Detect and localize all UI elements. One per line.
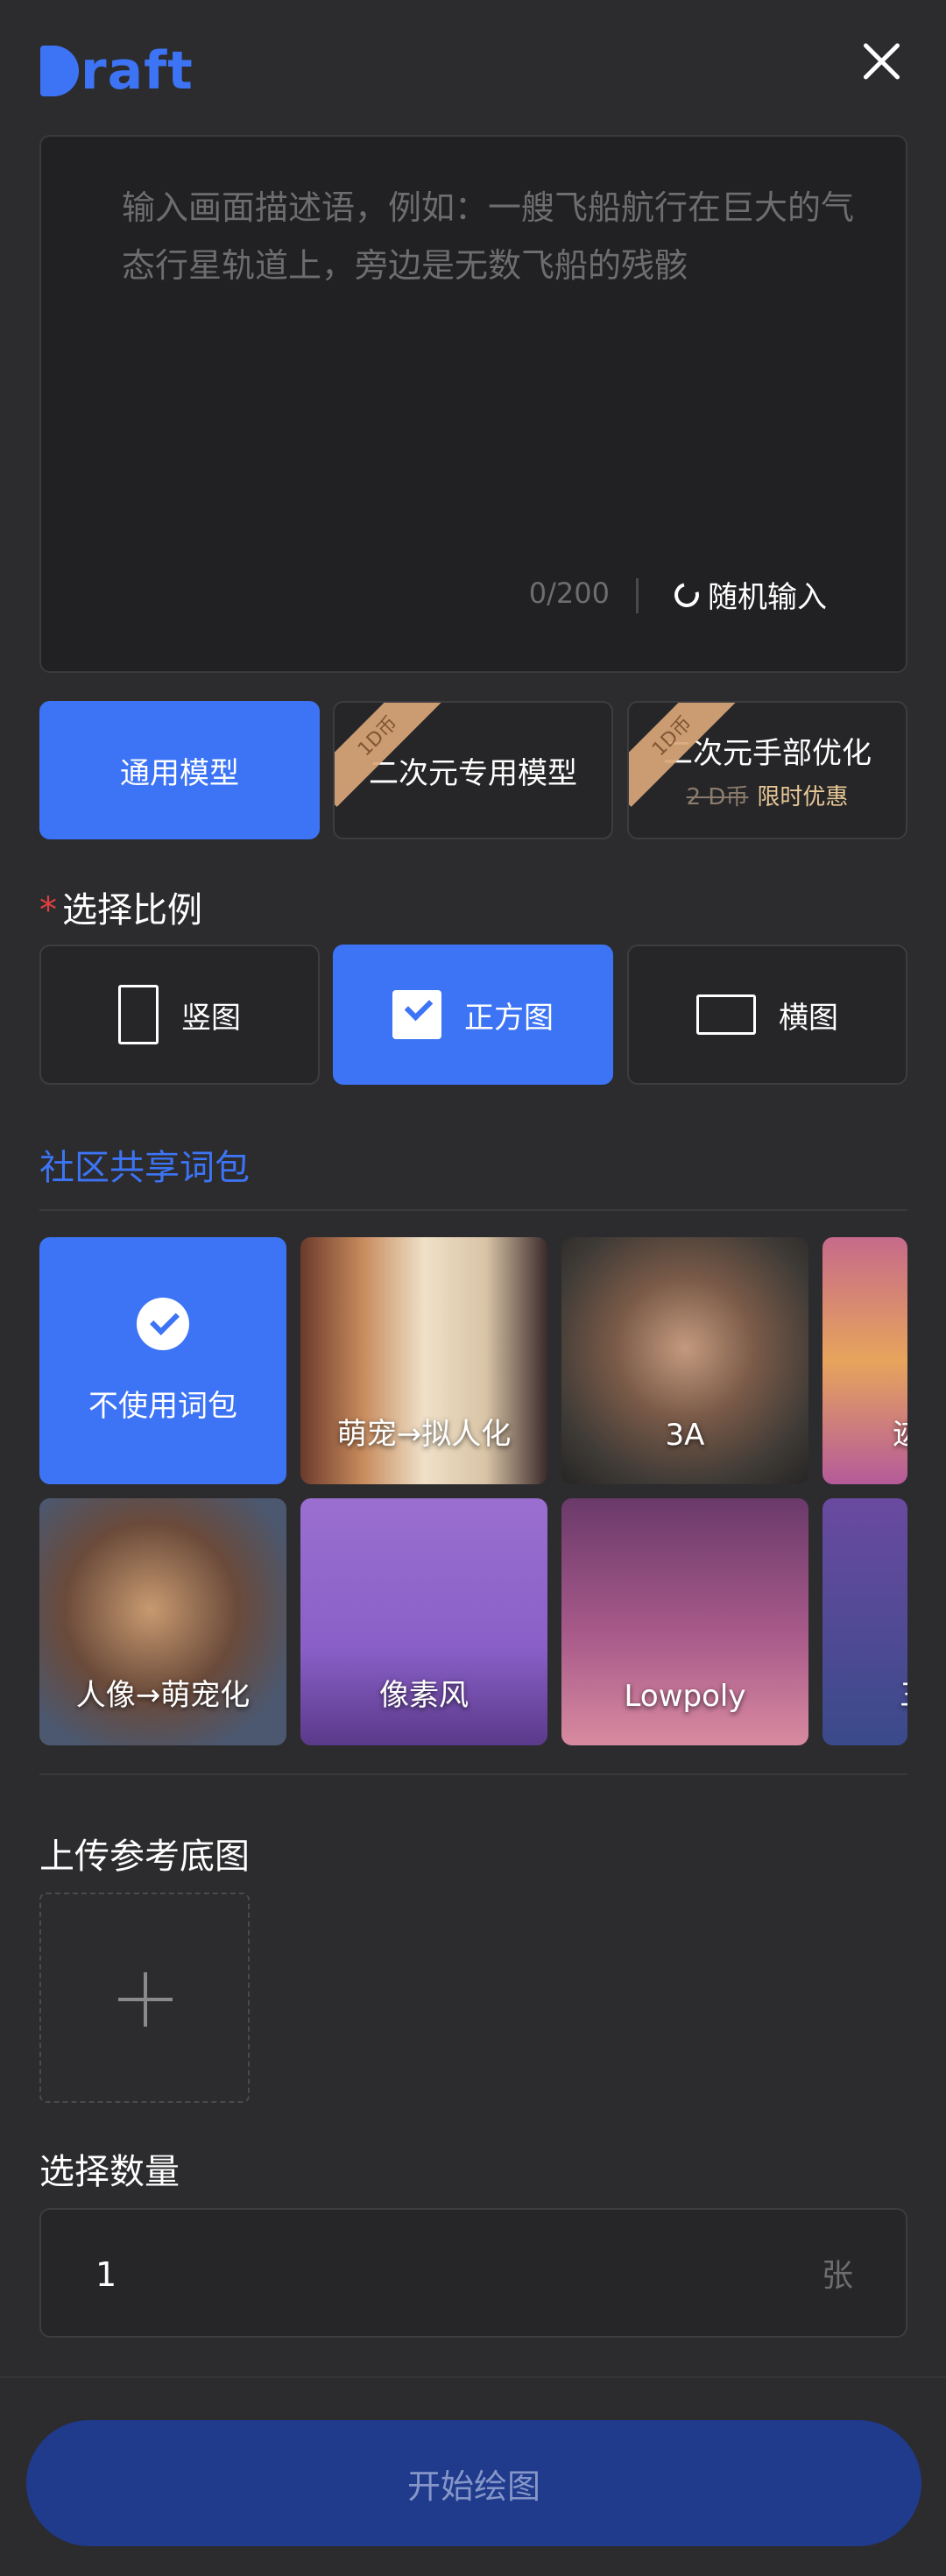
model-label: 二次元专用模型 xyxy=(369,755,577,791)
ratio-portrait-button[interactable]: 竖图 xyxy=(39,945,320,1085)
tile-label: 人像→萌宠化 xyxy=(75,1678,251,1713)
required-mark: * xyxy=(39,890,57,931)
tile-pixel[interactable]: 像素风 xyxy=(300,1498,547,1745)
ratio-label: 横图 xyxy=(779,1000,838,1036)
tile-partial-2[interactable]: 三 xyxy=(822,1498,907,1745)
prompt-input[interactable] xyxy=(120,177,877,443)
tile-pet-to-human[interactable]: 萌宠→拟人化 xyxy=(300,1237,547,1484)
promo-label: 限时优惠 xyxy=(757,784,849,810)
community-title[interactable]: 社区共享词包 xyxy=(39,1139,250,1190)
prompt-box: 0/200 随机输入 xyxy=(39,135,907,673)
old-price: 2 D币 xyxy=(686,784,749,810)
tile-no-pack[interactable]: 不使用词包 xyxy=(39,1237,286,1484)
promo-line: 2 D币 限时优惠 xyxy=(687,779,849,811)
ratio-square-button[interactable]: 正方图 xyxy=(333,945,613,1085)
model-anime-button[interactable]: 1D币 二次元专用模型 xyxy=(333,701,613,839)
model-label: 通用模型 xyxy=(120,755,239,791)
random-input-label: 随机输入 xyxy=(708,580,827,615)
logo-text: raft xyxy=(81,40,194,102)
ratio-title-text: 选择比例 xyxy=(62,890,202,931)
tile-label: 三 xyxy=(822,1671,907,1745)
model-anime-hands-button[interactable]: 1D币 二次元手部优化 2 D币 限时优惠 xyxy=(627,701,907,839)
refresh-icon xyxy=(669,577,704,612)
tile-label: 3A xyxy=(665,1418,705,1453)
random-input-button[interactable]: 随机输入 xyxy=(669,573,827,616)
divider xyxy=(39,1209,907,1211)
tile-label: 不使用词包 xyxy=(88,1388,237,1424)
quantity-input[interactable] xyxy=(94,2245,710,2304)
tile-partial-1[interactable]: 迹 xyxy=(822,1237,907,1484)
quantity-unit: 张 xyxy=(821,2258,853,2294)
checkbox-icon xyxy=(392,990,441,1039)
logo: raft xyxy=(40,33,194,102)
tile-label: Lowpoly xyxy=(624,1679,746,1714)
portrait-frame-icon xyxy=(118,985,159,1044)
start-drawing-button[interactable]: 开始绘图 xyxy=(26,2420,921,2546)
char-counter: 0/200 xyxy=(528,577,610,610)
tile-label: 像素风 xyxy=(379,1678,469,1713)
divider xyxy=(0,2376,946,2378)
ratio-label: 正方图 xyxy=(464,1000,554,1036)
divider xyxy=(636,578,639,613)
ratio-landscape-button[interactable]: 横图 xyxy=(627,945,907,1085)
model-general-button[interactable]: 通用模型 xyxy=(39,701,320,839)
check-circle-icon xyxy=(137,1297,189,1350)
ratio-label: 竖图 xyxy=(181,1000,241,1036)
landscape-frame-icon xyxy=(696,994,756,1035)
logo-d-mark xyxy=(40,46,79,96)
tile-3a[interactable]: 3A xyxy=(561,1237,808,1484)
quantity-title: 选择数量 xyxy=(39,2152,180,2192)
upload-add-button[interactable] xyxy=(39,1893,250,2103)
tile-lowpoly[interactable]: Lowpoly xyxy=(561,1498,808,1745)
tile-label: 迹 xyxy=(822,1410,907,1484)
quantity-field: 张 xyxy=(39,2208,907,2338)
ratio-title: * 选择比例 xyxy=(39,881,202,932)
upload-title: 上传参考底图 xyxy=(39,1836,250,1877)
tile-label: 萌宠→拟人化 xyxy=(336,1417,512,1452)
close-icon[interactable] xyxy=(855,35,907,88)
tile-human-to-pet[interactable]: 人像→萌宠化 xyxy=(39,1498,286,1745)
divider xyxy=(39,1773,907,1775)
